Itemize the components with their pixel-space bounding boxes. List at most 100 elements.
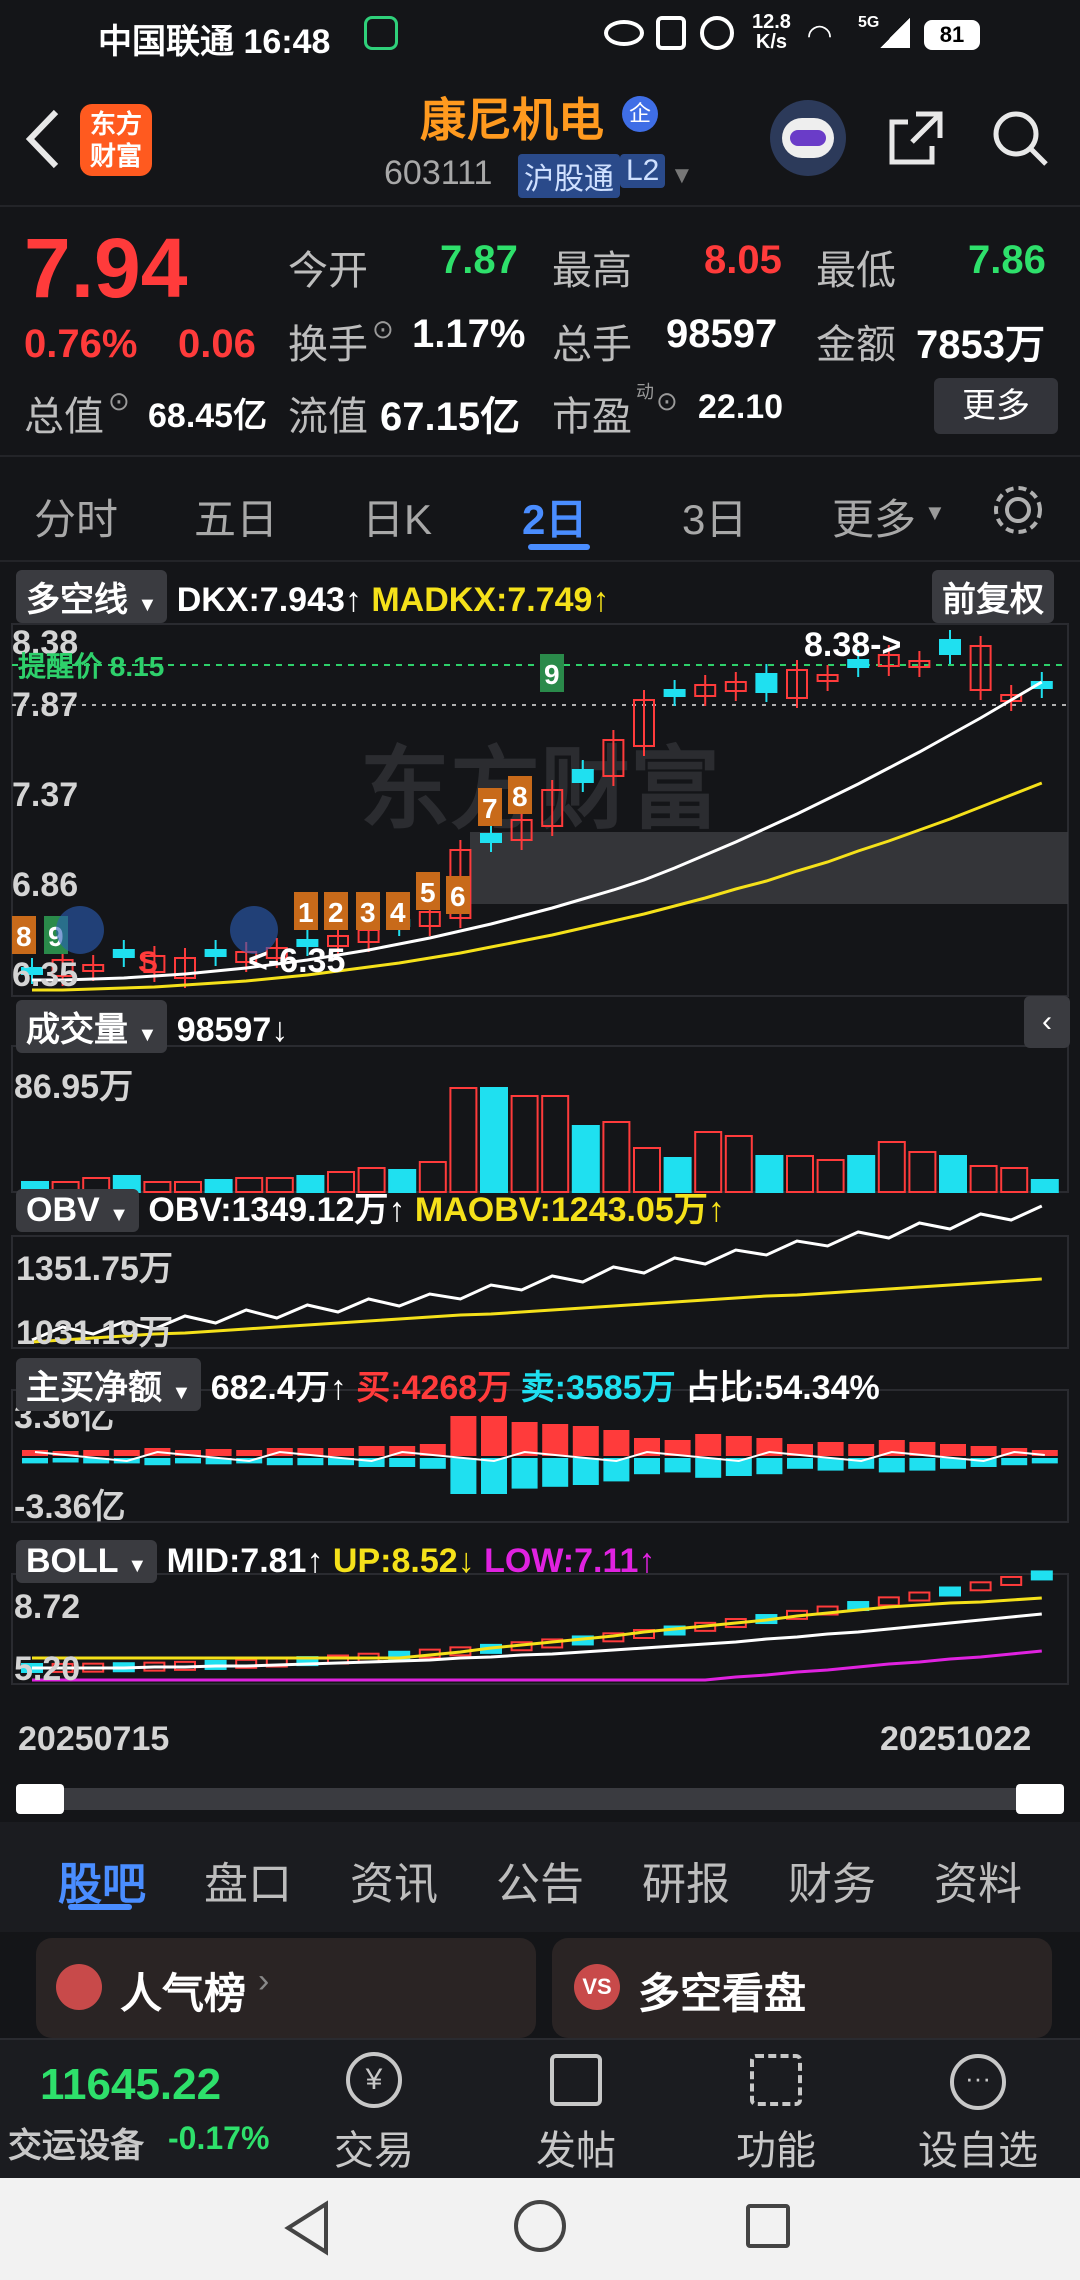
tab-more[interactable]: 更多 — [832, 486, 916, 547]
boll-mid-value: MID:7.81↑ — [166, 1542, 324, 1580]
tab-research[interactable]: 研报 — [642, 1848, 730, 1912]
volume-selector[interactable]: 成交量 ▼ — [16, 1000, 168, 1053]
popular-card[interactable]: 人气榜 › — [36, 1938, 536, 2038]
obv-selector[interactable]: OBV ▼ — [16, 1189, 139, 1232]
sequence-number: 8 — [16, 921, 32, 952]
sequence-number: 1 — [298, 897, 314, 928]
high-marker: 8.38-> — [804, 626, 901, 664]
system-home-icon[interactable] — [514, 2200, 566, 2252]
volume-title-row: 成交量 ▼ 98597↓ — [16, 1000, 288, 1053]
signal-bubble[interactable] — [230, 906, 278, 954]
volume-bar — [969, 1165, 998, 1193]
tab-daily-k[interactable]: 日K — [362, 486, 432, 547]
amount-label: 金额 — [816, 323, 896, 367]
range-slider-track[interactable] — [16, 1788, 1064, 1810]
flow-net: 682.4万↑ — [210, 1369, 347, 1407]
more-button[interactable]: 更多 — [934, 378, 1058, 434]
back-icon[interactable] — [22, 108, 62, 170]
volume-bar — [786, 1155, 814, 1193]
boll-up-value: UP:8.52↓ — [332, 1542, 475, 1580]
index-value[interactable]: 11645.22 — [40, 2060, 221, 2110]
obv-y-bottom: 1031.19万 — [16, 1314, 173, 1352]
settings-gear-icon[interactable] — [990, 482, 1046, 538]
app-notification-icon — [364, 16, 398, 50]
indicator-selector[interactable]: 多空线 ▼ — [16, 570, 168, 623]
tab-three-day[interactable]: 3日 — [682, 486, 747, 547]
vs-card-title: 多空看盘 — [638, 1970, 807, 2017]
volume-bar — [449, 1087, 478, 1193]
volume-bar — [908, 1151, 937, 1193]
system-recents-icon[interactable] — [746, 2204, 790, 2248]
system-back-icon[interactable] — [282, 2200, 332, 2256]
tab-announcement[interactable]: 公告 — [496, 1848, 584, 1912]
nav-trade[interactable]: 交易 — [304, 2118, 444, 2176]
search-icon[interactable] — [990, 108, 1050, 168]
obv-value: OBV:1349.12万↑ — [148, 1191, 406, 1229]
pe-sup: 动 — [636, 382, 654, 402]
level-tag[interactable]: L2 — [620, 154, 666, 188]
sell-signal: S — [138, 946, 158, 979]
boll-low-value: LOW:7.11↑ — [484, 1542, 656, 1580]
tab-profile[interactable]: 资料 — [934, 1848, 1022, 1912]
flow-buy-bar — [970, 1446, 997, 1456]
range-slider-left-handle[interactable] — [16, 1784, 64, 1814]
open-label: 今开 — [288, 249, 368, 293]
collapse-panel-button[interactable]: ‹ — [1024, 996, 1070, 1048]
volume-bar — [510, 1095, 539, 1193]
info-icon[interactable]: ⊙ — [108, 386, 130, 417]
low-value: 7.86 — [968, 238, 1046, 282]
candle — [755, 673, 778, 693]
flow-buy-bar — [236, 1450, 263, 1456]
nav-post[interactable]: 发帖 — [506, 2118, 646, 2176]
flow-buy-bar — [450, 1416, 477, 1456]
adjust-button[interactable]: 前复权 — [932, 570, 1054, 623]
range-slider-right-handle[interactable] — [1016, 1784, 1064, 1814]
volume-bar — [847, 1155, 876, 1193]
flow-buy-bar — [113, 1450, 140, 1456]
robot-assistant-icon[interactable] — [770, 100, 846, 176]
tab-five-day[interactable]: 五日 — [194, 486, 278, 547]
tab-two-day[interactable]: 2日 — [522, 486, 587, 547]
signal-bubble[interactable] — [56, 906, 104, 954]
nav-add-watchlist[interactable]: 设自选 — [908, 2118, 1048, 2176]
dropdown-icon[interactable]: ▼ — [670, 162, 694, 190]
sequence-number: 5 — [420, 877, 436, 908]
more-icon[interactable]: ··· — [950, 2054, 1006, 2110]
trade-icon[interactable]: ¥ — [346, 2052, 402, 2108]
boll-candle — [939, 1586, 961, 1597]
vs-card[interactable]: VS 多空看盘 — [552, 1938, 1052, 2038]
boll-selector[interactable]: BOLL ▼ — [16, 1540, 158, 1583]
battery-icon: 81 — [924, 20, 980, 50]
index-change: -0.17% — [168, 2120, 270, 2156]
info-icon[interactable]: ⊙ — [656, 386, 678, 417]
flow-sell-bar — [572, 1458, 599, 1485]
alarm-icon — [700, 16, 734, 50]
flow-title-row: 主买净额 ▼ 682.4万↑ 买:4268万 卖:3585万 占比:54.34% — [16, 1358, 880, 1411]
tab-finance[interactable]: 财务 — [788, 1848, 876, 1912]
market-tag[interactable]: 沪股通 — [518, 154, 620, 198]
volume-bar — [939, 1155, 967, 1193]
flow-sell-bar — [909, 1458, 936, 1471]
volume-value: 98597 — [666, 312, 778, 356]
flow-buy-bar — [603, 1430, 630, 1456]
candle — [204, 949, 227, 957]
share-icon[interactable] — [886, 108, 946, 168]
watermark: 东方财富 — [360, 740, 720, 840]
info-icon[interactable]: ⊙ — [372, 314, 394, 345]
tab-guba[interactable]: 股吧 — [58, 1848, 146, 1912]
nav-function[interactable]: 功能 — [706, 2118, 846, 2176]
post-icon[interactable] — [550, 2054, 602, 2106]
date-start: 20250715 — [18, 1720, 170, 1758]
function-grid-icon[interactable] — [750, 2054, 802, 2106]
tab-fenshi[interactable]: 分时 — [34, 486, 118, 547]
obv-y-top: 1351.75万 — [16, 1250, 173, 1288]
flow-buy-bar — [817, 1442, 844, 1456]
wifi-icon: ◠ — [808, 19, 832, 52]
index-name[interactable]: 交运设备 — [8, 2118, 144, 2167]
tab-news[interactable]: 资讯 — [350, 1848, 438, 1912]
flow-sell-bar — [175, 1458, 201, 1464]
flow-selector[interactable]: 主买净额 ▼ — [16, 1358, 202, 1411]
nfc-icon — [656, 16, 686, 50]
tab-pankou[interactable]: 盘口 — [204, 1848, 292, 1912]
turnover-label: 换手 — [288, 323, 368, 367]
